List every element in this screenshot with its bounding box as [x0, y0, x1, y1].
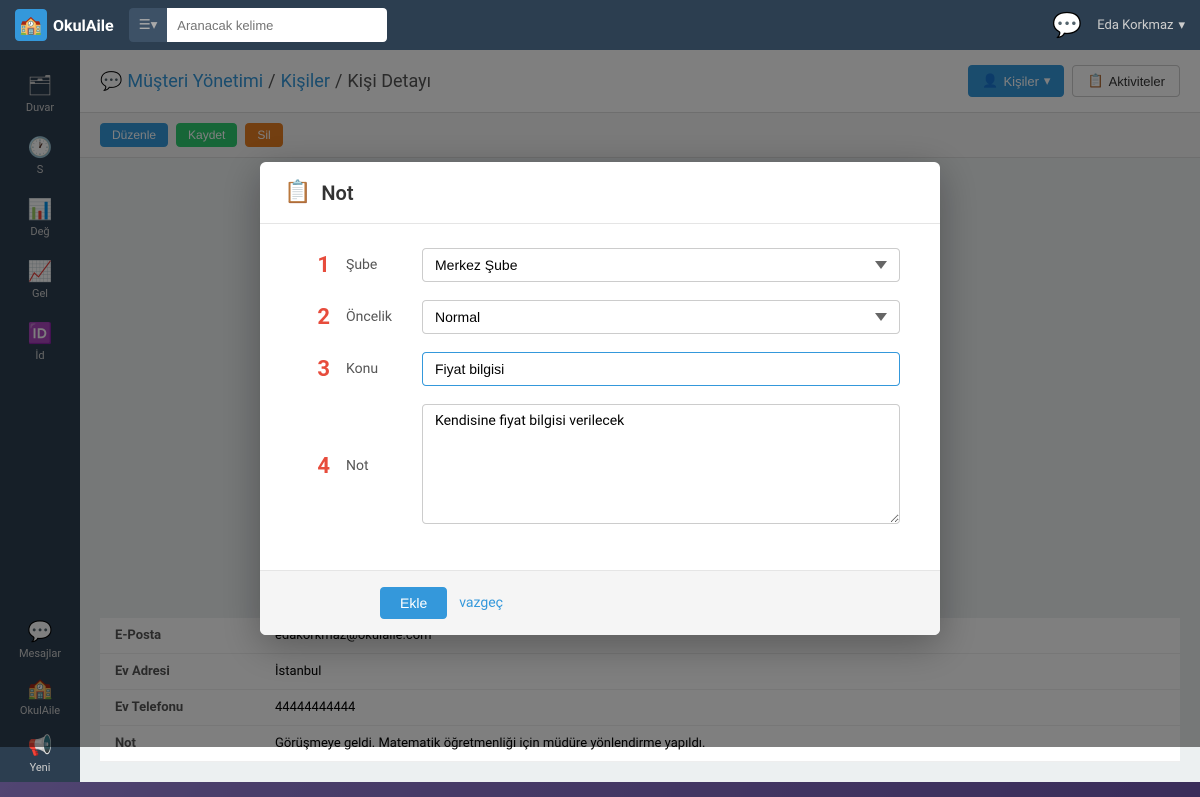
modal-overlay[interactable]: 📋 Not 1 Şube Merkez Şube Şube 1 Şube 2 2: [0, 50, 1200, 747]
konu-control: [422, 352, 900, 386]
step-3: 3: [300, 357, 330, 382]
not-control: Kendisine fiyat bilgisi verilecek: [422, 404, 900, 528]
note-icon: 📋: [284, 180, 311, 205]
vazgec-link[interactable]: vazgeç: [459, 595, 503, 611]
modal-dialog: 📋 Not 1 Şube Merkez Şube Şube 1 Şube 2 2: [260, 162, 940, 635]
user-name: Eda Korkmaz: [1097, 18, 1173, 33]
search-menu-button[interactable]: ☰▾: [129, 8, 168, 42]
sube-select[interactable]: Merkez Şube Şube 1 Şube 2: [422, 248, 900, 282]
search-input[interactable]: [167, 8, 387, 42]
ekle-button[interactable]: Ekle: [380, 587, 447, 619]
navbar: 🏫 OkulAile ☰▾ 💬 Eda Korkmaz ▾: [0, 0, 1200, 50]
user-dropdown-icon: ▾: [1178, 18, 1185, 33]
modal-header: 📋 Not: [260, 162, 940, 224]
chat-icon[interactable]: 💬: [1052, 11, 1082, 39]
label-not: Not: [346, 458, 406, 474]
form-row-oncelik: 2 Öncelik Normal Yüksek Düşük: [300, 300, 900, 334]
modal-footer: Ekle vazgeç: [260, 570, 940, 635]
brand-name: OkulAile: [53, 16, 114, 35]
konu-input[interactable]: [422, 352, 900, 386]
modal-body: 1 Şube Merkez Şube Şube 1 Şube 2 2 Öncel…: [260, 224, 940, 570]
oncelik-select[interactable]: Normal Yüksek Düşük: [422, 300, 900, 334]
brand-icon: 🏫: [15, 9, 47, 41]
modal-title: Not: [321, 181, 353, 205]
form-row-sube: 1 Şube Merkez Şube Şube 1 Şube 2: [300, 248, 900, 282]
not-textarea[interactable]: Kendisine fiyat bilgisi verilecek: [422, 404, 900, 524]
form-row-konu: 3 Konu: [300, 352, 900, 386]
label-konu: Konu: [346, 361, 406, 377]
step-4: 4: [300, 454, 330, 479]
form-row-not: 4 Not Kendisine fiyat bilgisi verilecek: [300, 404, 900, 528]
oncelik-control: Normal Yüksek Düşük: [422, 300, 900, 334]
sube-control: Merkez Şube Şube 1 Şube 2: [422, 248, 900, 282]
step-2: 2: [300, 305, 330, 330]
step-1: 1: [300, 253, 330, 278]
sidebar-label-yeni: Yeni: [30, 761, 51, 774]
menu-icon: ☰▾: [139, 17, 158, 32]
search-wrapper: ☰▾: [129, 8, 388, 42]
label-oncelik: Öncelik: [346, 309, 406, 325]
user-menu[interactable]: Eda Korkmaz ▾: [1097, 18, 1185, 33]
brand[interactable]: 🏫 OkulAile: [15, 9, 114, 41]
label-sube: Şube: [346, 257, 406, 273]
